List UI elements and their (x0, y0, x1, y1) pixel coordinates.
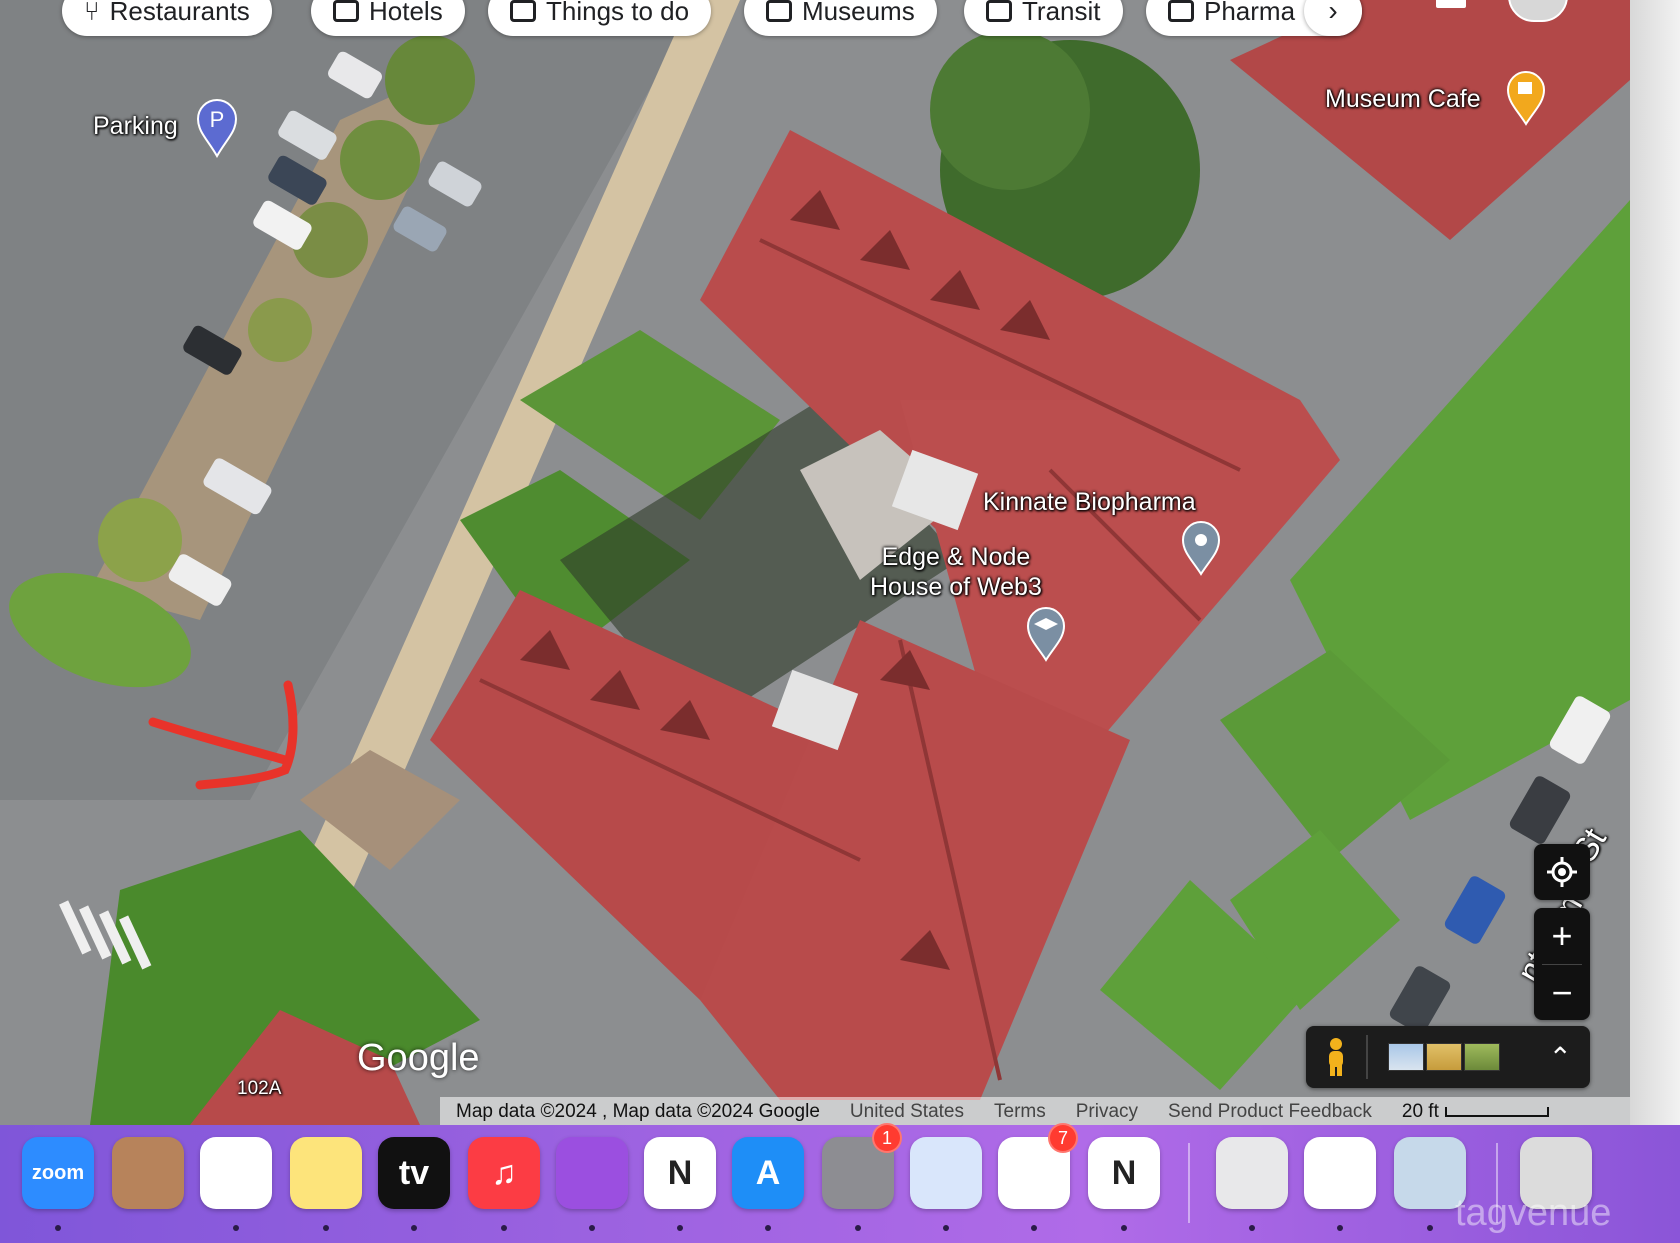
macos-dock: zoom tv ♫ N A 1 7 N (0, 1123, 1680, 1243)
place-label-edge-node[interactable]: Edge & Node House of Web3 (870, 542, 1042, 602)
chip-label: Hotels (369, 0, 443, 26)
dock-app-script-editor[interactable] (1216, 1137, 1288, 1209)
zoom-controls: + − (1534, 908, 1590, 1020)
dock-app-podcasts[interactable] (556, 1137, 628, 1209)
dock-app-chrome[interactable] (1304, 1137, 1376, 1209)
notion-icon: N (1111, 1153, 1137, 1192)
running-indicator (1031, 1225, 1037, 1231)
layer-thumb-satellite[interactable] (1464, 1043, 1500, 1071)
running-indicator (677, 1225, 683, 1231)
dock-app-notion[interactable]: N (1088, 1137, 1160, 1209)
dock-app-reminders[interactable] (200, 1137, 272, 1209)
dock-app-zoom[interactable]: zoom (22, 1137, 94, 1209)
apple-tv-icon: tv (398, 1153, 430, 1192)
running-indicator (55, 1225, 61, 1231)
chip-restaurants[interactable]: ⑂ Restaurants (62, 0, 272, 36)
place-label-museum-cafe[interactable]: Museum Cafe (1325, 85, 1481, 114)
chip-museums[interactable]: Museums (744, 0, 937, 36)
feedback-link[interactable]: Send Product Feedback (1168, 1101, 1372, 1123)
building-number-label: 102A (237, 1078, 282, 1099)
country-link[interactable]: United States (850, 1101, 964, 1123)
chip-label: Transit (1022, 0, 1101, 26)
notification-badge: 7 (1048, 1123, 1078, 1153)
layer-thumbnails[interactable] (1386, 1043, 1500, 1071)
chip-label: Things to do (546, 0, 690, 26)
cafe-pin-icon[interactable] (1506, 70, 1546, 126)
layer-thumb-default[interactable] (1388, 1043, 1424, 1071)
satellite-imagery (0, 0, 1630, 1125)
place-label-parking[interactable]: Parking (93, 112, 178, 141)
running-indicator (233, 1225, 239, 1231)
dock-app-music[interactable]: ♫ (468, 1137, 540, 1209)
privacy-link[interactable]: Privacy (1076, 1101, 1138, 1123)
chip-label: Restaurants (109, 0, 250, 26)
dock-separator (1188, 1143, 1190, 1223)
divider (1366, 1035, 1368, 1079)
expand-layers-icon[interactable]: ⌃ (1549, 1041, 1572, 1074)
museum-icon (766, 0, 792, 22)
dock-app-news[interactable]: N (644, 1137, 716, 1209)
layer-thumb-terrain[interactable] (1426, 1043, 1462, 1071)
map-view[interactable]: ⑂ Restaurants Hotels Things to do Museum… (0, 0, 1630, 1125)
place-label-kinnate-biopharma[interactable]: Kinnate Biopharma (983, 488, 1196, 517)
running-indicator (1249, 1225, 1255, 1231)
chip-transit[interactable]: Transit (964, 0, 1123, 36)
my-location-button[interactable] (1534, 844, 1590, 900)
notification-badge: 1 (872, 1123, 902, 1153)
zoom-out-button[interactable]: − (1534, 965, 1590, 1021)
dock-app-app-store[interactable]: A (732, 1137, 804, 1209)
camera-icon (510, 0, 536, 22)
map-data-attribution: Map data ©2024 , Map data ©2024 Google (456, 1101, 820, 1122)
place-label-line: Edge & Node (881, 543, 1031, 571)
train-icon (986, 0, 1012, 22)
running-indicator (1337, 1225, 1343, 1231)
running-indicator (323, 1225, 329, 1231)
zoom-in-button[interactable]: + (1534, 908, 1590, 964)
chip-label: Pharma (1204, 0, 1296, 26)
dock-app-contacts[interactable] (112, 1137, 184, 1209)
google-logo: Google (357, 1037, 480, 1079)
window-edge (1630, 0, 1680, 1125)
running-indicator (1427, 1225, 1433, 1231)
watermark: tagvenue (1455, 1192, 1612, 1234)
scale-label[interactable]: 20 ft (1402, 1101, 1439, 1123)
pegman-icon[interactable] (1306, 1037, 1366, 1077)
running-indicator (1121, 1225, 1127, 1231)
fork-knife-icon: ⑂ (84, 0, 100, 26)
place-label-line: House of Web3 (870, 573, 1042, 601)
running-indicator (501, 1225, 507, 1231)
running-indicator (943, 1225, 949, 1231)
apps-grid-icon[interactable] (1436, 0, 1466, 8)
running-indicator (411, 1225, 417, 1231)
parking-pin-label: P (210, 107, 225, 132)
running-indicator (589, 1225, 595, 1231)
dock-app-1password[interactable] (910, 1137, 982, 1209)
terms-link[interactable]: Terms (994, 1101, 1046, 1123)
scale-bar (1444, 1107, 1549, 1117)
layers-bar[interactable]: ⌃ (1306, 1026, 1590, 1088)
parking-pin-icon[interactable]: P (196, 98, 238, 158)
school-pin-icon[interactable] (1026, 606, 1066, 662)
chip-hotels[interactable]: Hotels (311, 0, 465, 36)
location-pin-icon[interactable] (1181, 520, 1221, 576)
news-icon: N (667, 1153, 693, 1192)
chip-things-to-do[interactable]: Things to do (488, 0, 712, 36)
bed-icon (333, 0, 359, 22)
music-icon: ♫ (491, 1153, 517, 1192)
map-footer: Map data ©2024 , Map data ©2024 Google U… (440, 1097, 1630, 1125)
running-indicator (855, 1225, 861, 1231)
chip-label: Museums (802, 0, 915, 26)
crosshair-icon (1534, 844, 1590, 900)
zoom-icon: zoom (31, 1161, 85, 1184)
dock-app-notes[interactable] (290, 1137, 362, 1209)
running-indicator (765, 1225, 771, 1231)
chevron-right-icon: › (1328, 0, 1338, 26)
dock-app-apple-tv[interactable]: tv (378, 1137, 450, 1209)
pharmacy-icon (1168, 0, 1194, 22)
app-store-icon: A (755, 1153, 781, 1192)
